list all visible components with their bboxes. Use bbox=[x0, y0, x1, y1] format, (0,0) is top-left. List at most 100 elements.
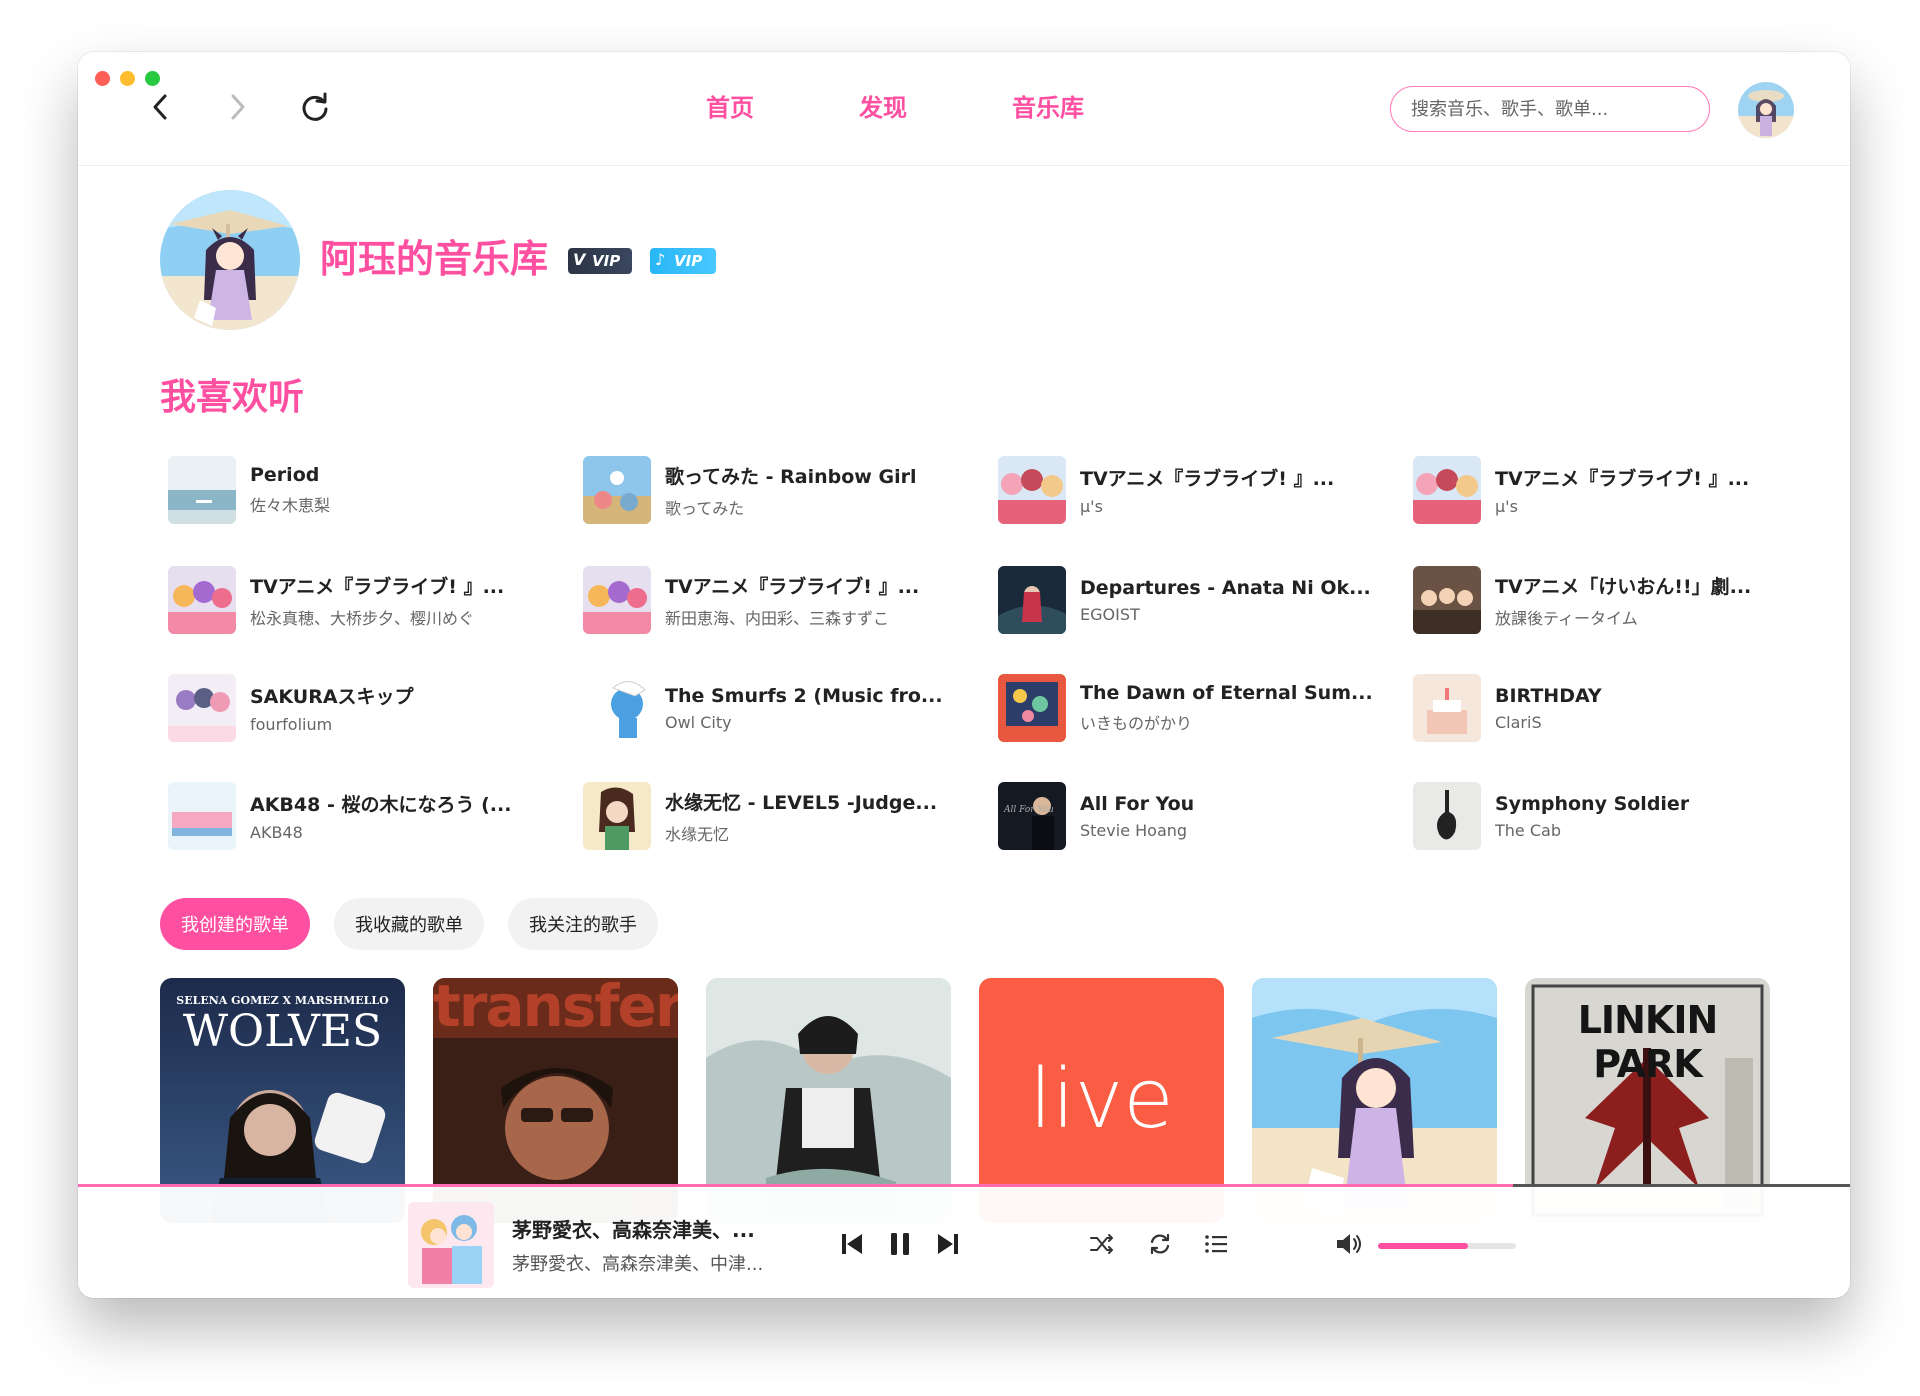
refresh-button[interactable] bbox=[290, 82, 340, 132]
song-artist[interactable]: ClariS bbox=[1495, 713, 1602, 732]
volume-slider[interactable] bbox=[1378, 1243, 1516, 1249]
song-artist[interactable]: 歌ってみた bbox=[665, 495, 916, 519]
song-item[interactable]: SAKURAスキップ fourfolium bbox=[168, 668, 568, 748]
next-button[interactable] bbox=[928, 1224, 968, 1264]
song-cover bbox=[583, 456, 651, 524]
search-input[interactable] bbox=[1390, 86, 1710, 132]
song-artist[interactable]: Stevie Hoang bbox=[1080, 821, 1194, 840]
cover-art-image bbox=[583, 782, 651, 850]
song-artist[interactable]: 水缘无忆 bbox=[665, 821, 937, 845]
song-item[interactable]: TVアニメ『ラブライブ! 』... 新田恵海、内田彩、三森すずこ bbox=[583, 560, 983, 640]
song-cover bbox=[583, 782, 651, 850]
linkin-park-cover-title: LINKIN PARK bbox=[1577, 998, 1719, 1086]
app-window: 首页 发现 音乐库 阿珏的音乐库 VV bbox=[78, 52, 1850, 1298]
song-title: 水缘无忆 - LEVEL5 -Judge... bbox=[665, 791, 938, 814]
playback-progress-bar[interactable] bbox=[78, 1184, 1514, 1187]
song-item[interactable]: All For You All For You Stevie Hoang bbox=[998, 776, 1398, 856]
song-item[interactable]: AKB48 - 桜の木になろう (... AKB48 bbox=[168, 776, 568, 856]
now-playing-title[interactable]: 茅野愛衣、高森奈津美、... bbox=[512, 1214, 755, 1243]
song-cover bbox=[998, 674, 1066, 742]
vip-badge-label: VIP bbox=[674, 252, 703, 270]
forward-button[interactable] bbox=[212, 82, 262, 132]
navbar: 首页 发现 音乐库 bbox=[78, 52, 1850, 166]
song-title: TVアニメ『ラブライブ! 』... bbox=[665, 575, 920, 598]
zoom-window-button[interactable] bbox=[145, 71, 160, 86]
volume-button[interactable] bbox=[1330, 1224, 1370, 1264]
user-avatar[interactable] bbox=[1738, 82, 1794, 138]
song-item[interactable]: The Dawn of Eternal Sum... いきものがかり bbox=[998, 668, 1398, 748]
volume-slider-fill bbox=[1378, 1243, 1468, 1249]
song-cover bbox=[583, 566, 651, 634]
library-title: 阿珏的音乐库 bbox=[320, 237, 549, 281]
cover-art-image bbox=[583, 566, 651, 634]
cover-art-image bbox=[998, 456, 1066, 524]
song-title: The Dawn of Eternal Sum... bbox=[1080, 682, 1373, 704]
song-cover bbox=[1413, 566, 1481, 634]
song-item[interactable]: 歌ってみた - Rainbow Girl 歌ってみた bbox=[583, 450, 983, 530]
pause-button[interactable] bbox=[880, 1224, 920, 1264]
nav-home[interactable]: 首页 bbox=[706, 88, 754, 123]
cover-art-image bbox=[583, 456, 651, 524]
nav-discover[interactable]: 发现 bbox=[859, 88, 907, 123]
now-playing-cover[interactable] bbox=[408, 1202, 494, 1288]
song-artist[interactable]: The Cab bbox=[1495, 821, 1689, 840]
repeat-button[interactable] bbox=[1140, 1224, 1180, 1264]
tab-created-playlists[interactable]: 我创建的歌单 bbox=[160, 898, 310, 950]
song-item[interactable]: Departures - Anata Ni Ok... EGOIST bbox=[998, 560, 1398, 640]
song-item[interactable]: Symphony Soldier The Cab bbox=[1413, 776, 1813, 856]
song-artist[interactable]: μ's bbox=[1495, 497, 1749, 516]
vip-v-icon: V bbox=[573, 250, 586, 269]
pause-icon bbox=[891, 1233, 909, 1255]
song-artist[interactable]: 佐々木恵梨 bbox=[250, 492, 330, 516]
song-item[interactable]: BIRTHDAY ClariS bbox=[1413, 668, 1813, 748]
song-artist[interactable]: いきものがかり bbox=[1080, 710, 1373, 734]
previous-button[interactable] bbox=[832, 1224, 872, 1264]
shuffle-button[interactable] bbox=[1082, 1224, 1122, 1264]
tab-saved-playlists[interactable]: 我收藏的歌单 bbox=[334, 898, 484, 950]
song-title: The Smurfs 2 (Music fro... bbox=[665, 684, 943, 707]
song-item[interactable]: TVアニメ『ラブライブ! 』... μ's bbox=[998, 450, 1398, 530]
window-controls bbox=[95, 71, 160, 86]
song-artist[interactable]: 松永真穂、大桥步夕、樱川めぐ bbox=[250, 605, 504, 629]
close-window-button[interactable] bbox=[95, 71, 110, 86]
volume-icon bbox=[1337, 1234, 1361, 1254]
refresh-icon bbox=[302, 92, 328, 121]
playback-progress-remaining[interactable] bbox=[1513, 1184, 1850, 1187]
now-playing-artist[interactable]: 茅野愛衣、高森奈津美、中津... bbox=[512, 1250, 763, 1276]
song-title: TVアニメ『ラブライブ! 』... bbox=[1080, 468, 1335, 490]
song-item[interactable]: TVアニメ『ラブライブ! 』... μ's bbox=[1413, 450, 1813, 530]
liked-songs-title: 我喜欢听 bbox=[160, 377, 305, 418]
minimize-window-button[interactable] bbox=[120, 71, 135, 86]
cover-art-image bbox=[998, 674, 1066, 742]
main-nav: 首页 发现 音乐库 bbox=[706, 88, 1189, 123]
playlist-button[interactable] bbox=[1196, 1224, 1236, 1264]
song-item[interactable]: Period 佐々木恵梨 bbox=[168, 450, 568, 530]
song-artist[interactable]: Owl City bbox=[665, 713, 943, 732]
song-artist[interactable]: fourfolium bbox=[250, 715, 414, 734]
song-item[interactable]: TVアニメ『ラブライブ! 』... 松永真穂、大桥步夕、樱川めぐ bbox=[168, 560, 568, 640]
skip-previous-icon bbox=[842, 1234, 862, 1254]
avatar-anime-girl-image bbox=[1738, 82, 1794, 138]
chevron-left-icon bbox=[153, 94, 167, 120]
song-artist[interactable]: μ's bbox=[1080, 497, 1334, 516]
song-cover bbox=[1413, 456, 1481, 524]
song-artist[interactable]: 放課後ティータイム bbox=[1495, 605, 1751, 629]
song-cover bbox=[168, 782, 236, 850]
song-title: Period bbox=[250, 464, 320, 486]
nav-library[interactable]: 音乐库 bbox=[1012, 88, 1084, 123]
song-artist[interactable]: 新田恵海、内田彩、三森すずこ bbox=[665, 605, 919, 629]
shuffle-icon bbox=[1090, 1234, 1113, 1254]
back-button[interactable] bbox=[136, 82, 186, 132]
vip-badge-premium: ♪ VIP bbox=[650, 248, 716, 274]
song-cover bbox=[168, 566, 236, 634]
tab-followed-artists[interactable]: 我关注的歌手 bbox=[508, 898, 658, 950]
song-title: AKB48 - 桜の木になろう (... bbox=[250, 794, 512, 816]
song-artist[interactable]: AKB48 bbox=[250, 823, 511, 842]
song-title: Departures - Anata Ni Ok... bbox=[1080, 576, 1371, 599]
song-item[interactable]: 水缘无忆 - LEVEL5 -Judge... 水缘无忆 bbox=[583, 776, 983, 856]
cover-art-image: All For You bbox=[998, 782, 1066, 850]
song-artist[interactable]: EGOIST bbox=[1080, 605, 1371, 624]
cover-art-image bbox=[1413, 782, 1481, 850]
song-item[interactable]: TVアニメ「けいおん!!」劇... 放課後ティータイム bbox=[1413, 560, 1813, 640]
song-item[interactable]: The Smurfs 2 (Music fro... Owl City bbox=[583, 668, 983, 748]
